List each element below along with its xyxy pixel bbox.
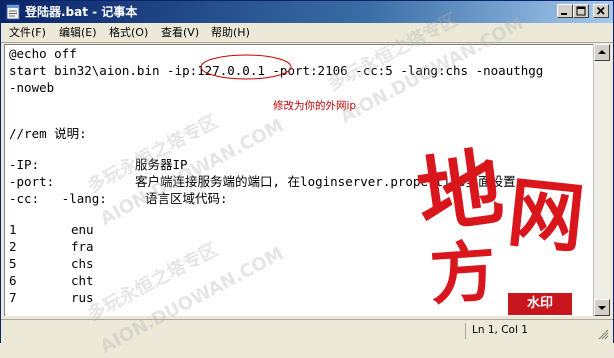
arrow-up-icon [598, 50, 606, 54]
menu-edit[interactable]: 编辑(E) [59, 25, 97, 40]
param-ip: -IP: [9, 157, 40, 172]
vertical-scrollbar[interactable] [593, 44, 610, 316]
close-icon [596, 6, 605, 15]
rem-line: //rem 说明: [9, 126, 87, 141]
menu-file[interactable]: 文件(F) [9, 25, 46, 40]
scroll-down-button[interactable] [594, 299, 610, 316]
code-line-3: -noweb [9, 80, 55, 95]
code-num-5: 7 [9, 290, 17, 305]
close-button[interactable] [593, 4, 609, 18]
menu-view[interactable]: 查看(V) [161, 25, 199, 40]
code-num-4: 6 [9, 273, 17, 288]
menu-help[interactable]: 帮助(H) [211, 25, 250, 40]
minimize-button[interactable] [557, 4, 573, 18]
highlight-ellipse [200, 54, 292, 80]
code-num-2: 2 [9, 239, 17, 254]
menu-format[interactable]: 格式(O) [109, 25, 148, 40]
minimize-icon [561, 13, 567, 15]
scroll-up-button[interactable] [594, 44, 610, 61]
maximize-button[interactable] [573, 4, 589, 18]
maximize-icon [576, 6, 586, 16]
code-val-2: fra [71, 239, 94, 254]
param-port: -port: [9, 174, 55, 189]
watermark-char: 方 [427, 231, 499, 315]
title-bar[interactable]: 登陆器.bat - 记事本 [1, 1, 613, 23]
arrow-down-icon [598, 306, 606, 310]
notepad-icon [6, 4, 20, 20]
watermark-char: 网 [503, 167, 589, 264]
code-num-1: 1 [9, 222, 17, 237]
menu-divider [1, 42, 613, 43]
code-val-3: chs [71, 256, 94, 271]
code-num-3: 5 [9, 256, 17, 271]
code-line-1: @echo off [9, 46, 77, 61]
status-pane-position: Ln 1, Col 1 [465, 323, 595, 339]
cursor-position: Ln 1, Col 1 [472, 324, 528, 336]
window-title: 登陆器.bat - 记事本 [25, 5, 138, 19]
watermark-char: 地 [411, 136, 509, 247]
watermark-badge: 水印 [508, 293, 572, 315]
code-val-1: enu [71, 222, 94, 237]
code-val-4: cht [71, 273, 94, 288]
resize-grip-icon[interactable] [597, 328, 609, 340]
